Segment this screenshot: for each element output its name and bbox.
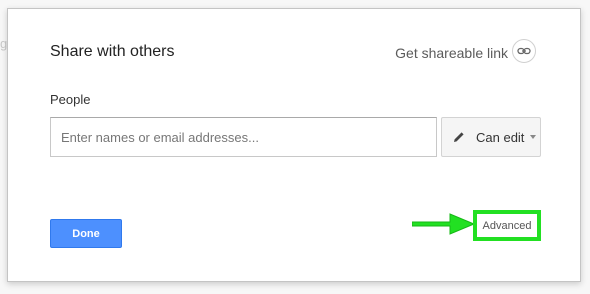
advanced-highlight: Advanced (473, 210, 541, 241)
people-label: People (50, 92, 91, 107)
permission-dropdown[interactable]: Can edit (441, 117, 541, 157)
dialog-title: Share with others (50, 43, 175, 60)
annotation-arrow-icon (412, 213, 476, 235)
done-button[interactable]: Done (50, 219, 122, 248)
get-shareable-link[interactable]: Get shareable link (395, 45, 508, 61)
chevron-down-icon (530, 135, 537, 139)
people-input[interactable] (50, 117, 437, 157)
link-icon[interactable] (512, 39, 536, 63)
permission-label: Can edit (476, 129, 525, 145)
advanced-link[interactable]: Advanced (483, 220, 532, 232)
pencil-icon (452, 129, 468, 145)
